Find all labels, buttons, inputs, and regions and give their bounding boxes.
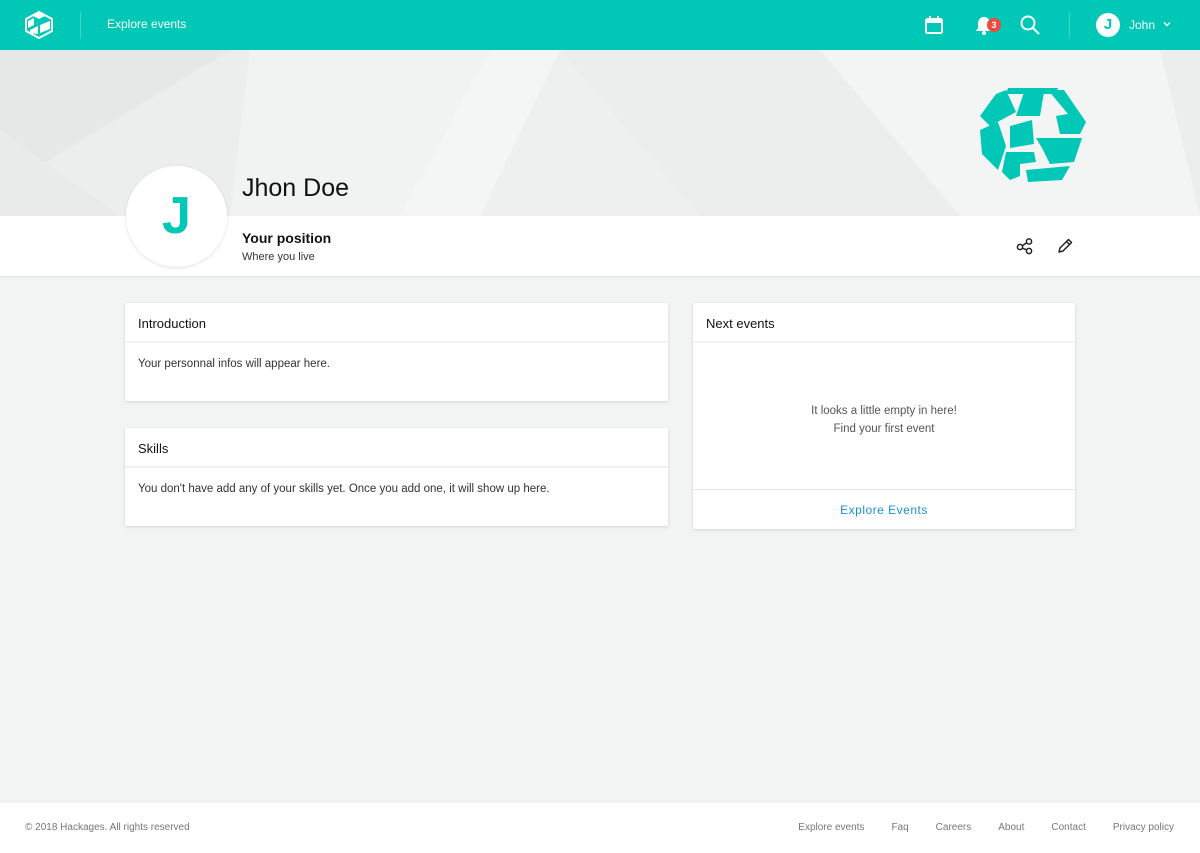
edit-icon[interactable] (1056, 237, 1074, 255)
footer-link-careers[interactable]: Careers (936, 822, 972, 833)
skills-title: Skills (125, 428, 668, 468)
introduction-text: Your personnal infos will appear here. (138, 358, 331, 370)
user-menu[interactable]: J John (1096, 13, 1176, 37)
search-icon[interactable] (1019, 14, 1041, 36)
next-events-card: Next events It looks a little empty in h… (693, 303, 1075, 529)
footer-link-explore-events[interactable]: Explore events (798, 822, 864, 833)
copyright-text: © 2018 Hackages. All rights reserved (25, 822, 190, 833)
user-name: John (1129, 18, 1156, 32)
profile-avatar: J (126, 166, 227, 267)
footer-link-contact[interactable]: Contact (1051, 822, 1085, 833)
footer-link-faq[interactable]: Faq (891, 822, 908, 833)
profile-name: Jhon Doe (242, 174, 350, 202)
profile-position: Your position (242, 230, 332, 246)
introduction-card: Introduction Your personnal infos will a… (125, 303, 668, 401)
footer-links: Explore events Faq Careers About Contact… (798, 822, 1174, 833)
calendar-icon[interactable] (923, 14, 945, 36)
next-events-title: Next events (693, 303, 1075, 343)
hackages-logo-icon[interactable] (24, 11, 54, 39)
explore-events-button[interactable]: Explore Events (840, 503, 928, 517)
footer-link-about[interactable]: About (998, 822, 1024, 833)
share-icon[interactable] (1016, 237, 1034, 255)
user-avatar: J (1096, 13, 1120, 37)
nav-divider (80, 12, 81, 38)
nav-divider (1069, 12, 1070, 38)
introduction-title: Introduction (125, 303, 668, 343)
empty-state-hint: Find your first event (833, 423, 935, 435)
explore-events-link[interactable]: Explore events (107, 17, 186, 31)
hackages-logo-icon (980, 88, 1086, 182)
skills-card: Skills You don't have add any of your sk… (125, 428, 668, 526)
notification-badge: 3 (987, 18, 1001, 32)
footer-link-privacy-policy[interactable]: Privacy policy (1113, 822, 1174, 833)
empty-state-message: It looks a little empty in here! (811, 405, 957, 417)
profile-location: Where you live (242, 251, 315, 263)
chevron-down-icon (1163, 22, 1171, 27)
page-footer: © 2018 Hackages. All rights reserved Exp… (0, 803, 1200, 853)
next-events-footer: Explore Events (693, 489, 1075, 529)
top-navbar: Explore events 3 J John (0, 0, 1200, 50)
skills-text: You don't have add any of your skills ye… (138, 483, 550, 495)
